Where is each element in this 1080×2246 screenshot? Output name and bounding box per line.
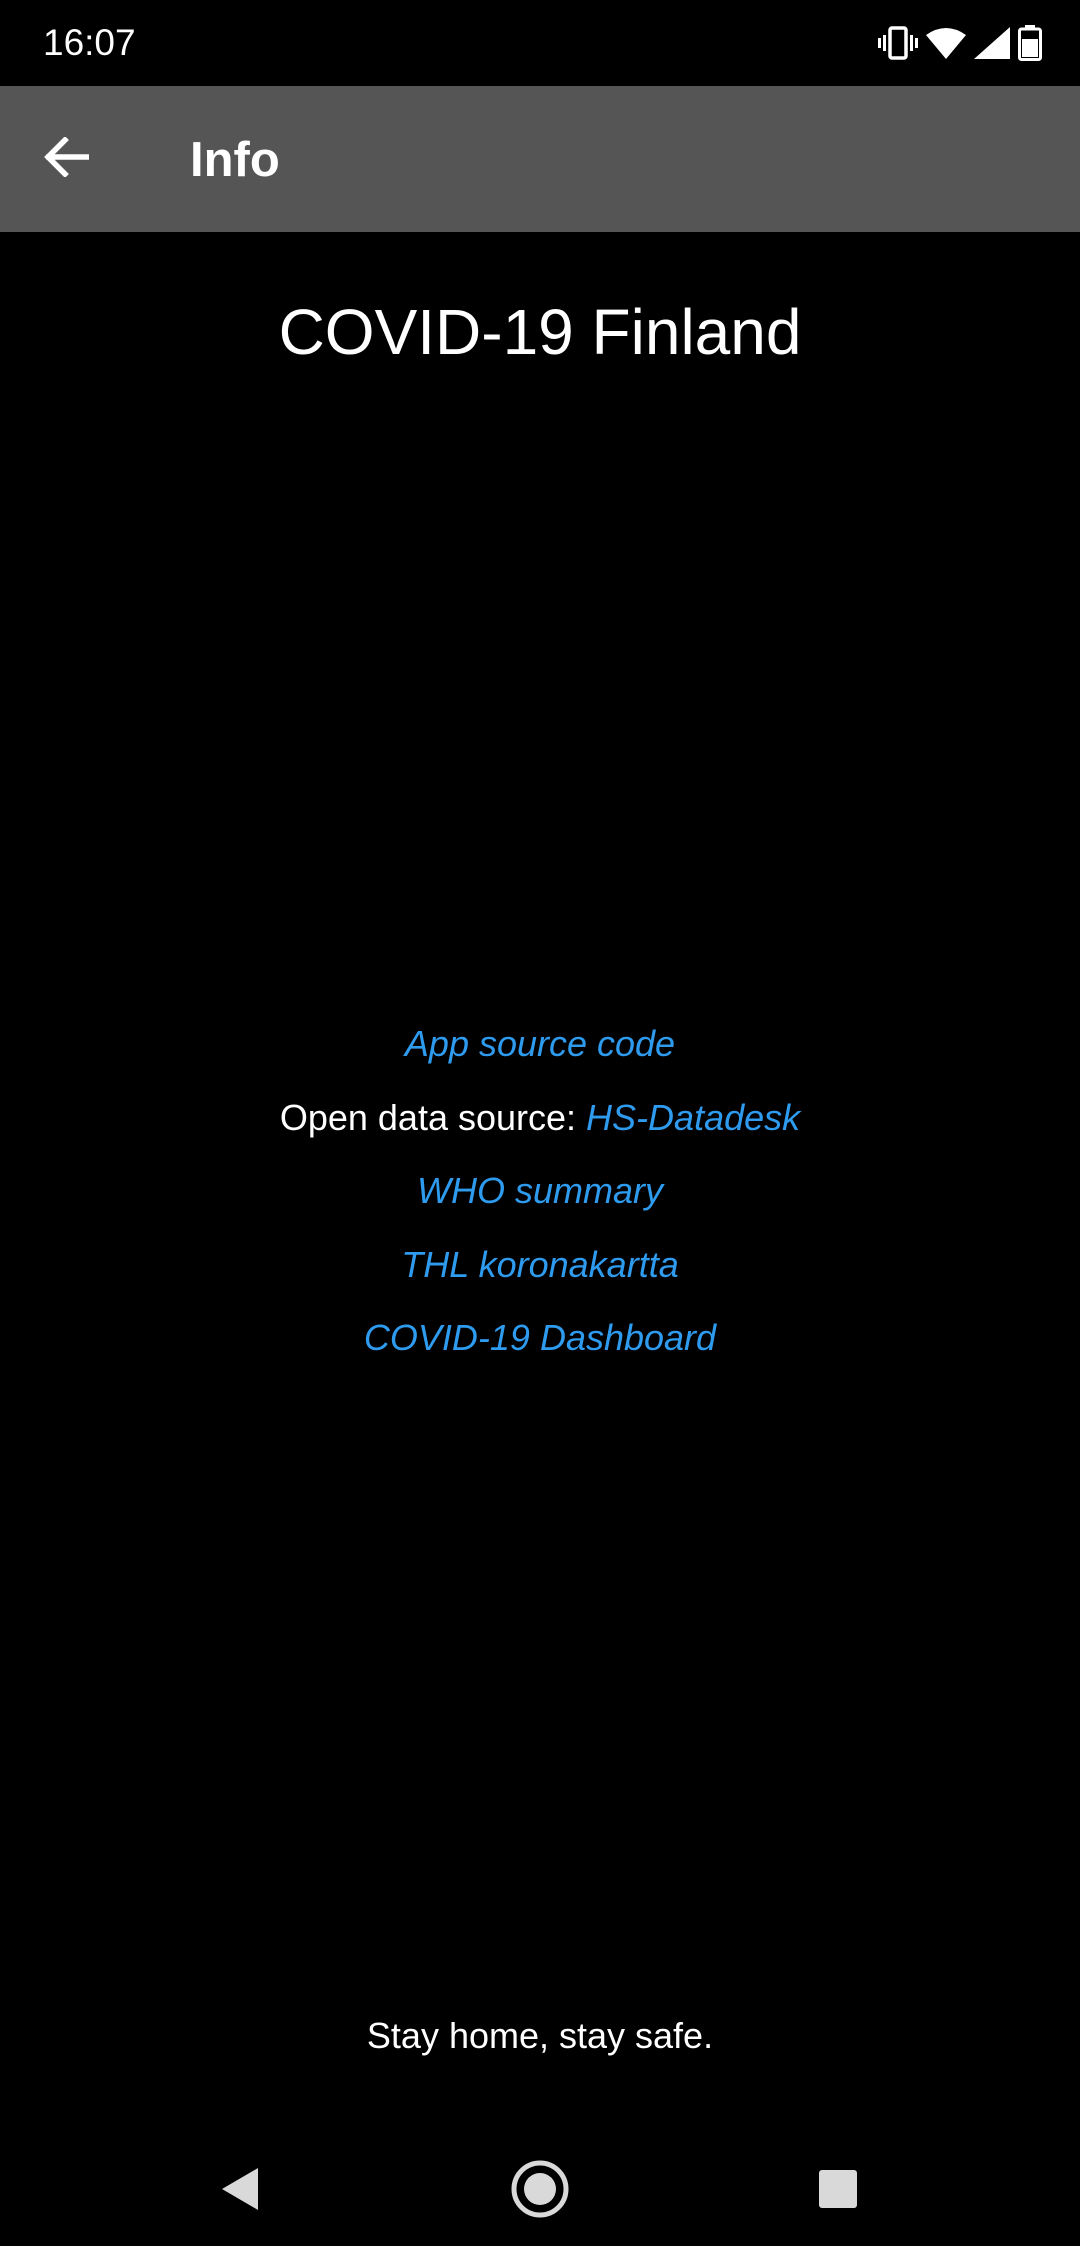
nav-back-icon	[220, 2166, 260, 2217]
page-title: COVID-19 Finland	[278, 296, 802, 368]
who-summary-link[interactable]: WHO summary	[417, 1170, 663, 1211]
status-bar: 16:07	[0, 0, 1080, 86]
link-row-app-source: App source code	[0, 1016, 1080, 1090]
nav-home-button[interactable]	[494, 2145, 586, 2237]
app-bar: Info	[0, 86, 1080, 232]
hs-datadesk-link[interactable]: HS-Datadesk	[586, 1097, 800, 1138]
covid-dashboard-link[interactable]: COVID-19 Dashboard	[364, 1317, 716, 1358]
nav-recents-icon	[818, 2169, 858, 2214]
app-source-code-link[interactable]: App source code	[405, 1023, 675, 1064]
link-row-dashboard: COVID-19 Dashboard	[0, 1310, 1080, 1384]
nav-home-icon	[510, 2159, 570, 2224]
thl-koronakartta-link[interactable]: THL koronakartta	[401, 1244, 678, 1285]
footer-message: Stay home, stay safe.	[366, 2015, 714, 2056]
open-data-source-label: Open data source:	[279, 1096, 587, 1138]
link-row-thl: THL koronakartta	[0, 1237, 1080, 1311]
arrow-left-icon	[43, 135, 90, 182]
battery-icon	[1018, 25, 1042, 61]
link-row-open-data: Open data source: HS-Datadesk	[0, 1090, 1080, 1164]
cell-signal-icon	[974, 27, 1010, 59]
back-button[interactable]	[22, 115, 110, 203]
vibrate-icon	[878, 26, 918, 60]
info-screen: 16:07 Info COVID-19 Finland App source c…	[0, 0, 1080, 2246]
link-row-who: WHO summary	[0, 1163, 1080, 1237]
wifi-icon	[926, 27, 966, 59]
app-bar-title: Info	[190, 133, 280, 187]
navigation-bar	[0, 2136, 1080, 2246]
nav-back-button[interactable]	[194, 2145, 286, 2237]
info-links: App source code Open data source: HS-Dat…	[0, 1016, 1080, 1384]
status-time: 16:07	[43, 22, 136, 63]
status-icons	[870, 22, 1042, 64]
nav-recents-button[interactable]	[792, 2145, 884, 2237]
